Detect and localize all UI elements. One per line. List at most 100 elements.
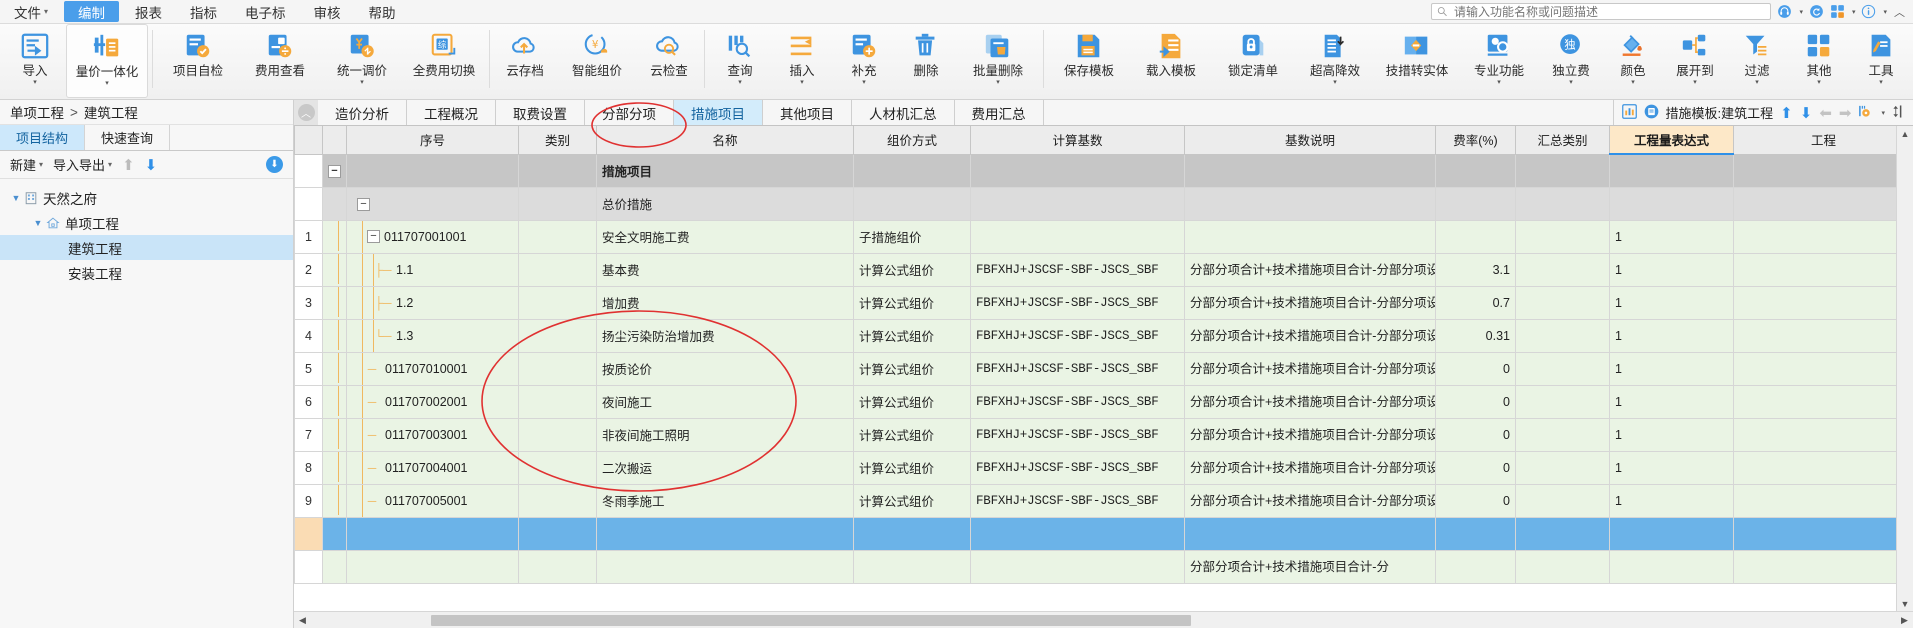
hscroll-thumb[interactable]	[431, 614, 1191, 626]
col-seq[interactable]: 序号	[346, 126, 519, 155]
tab-project-structure[interactable]: 项目结构	[0, 125, 86, 150]
collapse-expander-icon[interactable]: −	[328, 164, 341, 178]
chevron-down-icon[interactable]: ▾	[1693, 79, 1697, 86]
table-row[interactable]: − 总价措施	[294, 186, 1896, 221]
arrow-up-icon[interactable]: ⬆	[122, 156, 135, 174]
info-icon[interactable]	[1861, 4, 1876, 19]
ribbon-button-insert[interactable]: 插入 ▾	[771, 24, 833, 98]
chevron-down-icon[interactable]: ▾	[1631, 79, 1635, 86]
tab-other-items[interactable]: 其他项目	[763, 100, 852, 125]
col-name[interactable]: 名称	[596, 126, 854, 155]
tree-node-project[interactable]: ▼ 天然之府	[0, 185, 293, 210]
row-height-icon[interactable]	[1892, 104, 1905, 122]
chevron-down-icon[interactable]: ▾	[800, 79, 804, 86]
tab-fee-settings[interactable]: 取费设置	[496, 100, 585, 125]
chevron-down-icon[interactable]: ▾	[1879, 79, 1883, 86]
search-input[interactable]	[1451, 3, 1766, 20]
table-row[interactable]: 5 ─ 011707010001 按质论价 计算公式组价 FBFXHJ+JSCS…	[294, 351, 1896, 386]
chevron-down-icon[interactable]: ▾	[360, 79, 364, 86]
ribbon-button-other[interactable]: 其他 ▾	[1788, 24, 1850, 98]
apps-grid-icon[interactable]	[1830, 4, 1845, 19]
arrow-down-icon[interactable]: ⬇	[145, 156, 158, 174]
col-summary-type[interactable]: 汇总类别	[1515, 126, 1610, 155]
table-row[interactable]: 8 ─ 011707004001 二次搬运 计算公式组价 FBFXHJ+JSCS…	[294, 450, 1896, 485]
document-blue-icon[interactable]	[1644, 104, 1659, 122]
menu-item-file[interactable]: 文件 ▾	[0, 0, 62, 23]
tree-node-construction-work[interactable]: 建筑工程	[0, 235, 293, 260]
tree-node-single-project[interactable]: ▼ 单项工程	[0, 210, 293, 235]
col-calc-base[interactable]: 计算基数	[970, 126, 1185, 155]
ribbon-button-price-integration[interactable]: 量价一体化 ▾	[66, 24, 148, 98]
import-export-button[interactable]: 导入导出 ▾	[53, 155, 112, 174]
tab-fee-summary[interactable]: 费用汇总	[954, 100, 1044, 125]
table-row[interactable]: 9 ─ 011707005001 冬雨季施工 计算公式组价 FBFXHJ+JSC…	[294, 483, 1896, 518]
col-base-desc[interactable]: 基数说明	[1184, 126, 1436, 155]
table-row[interactable]: − 措施项目	[294, 153, 1896, 188]
collapse-expander-icon[interactable]: −	[357, 197, 370, 211]
ribbon-button-supplement[interactable]: 补充 ▾	[833, 24, 895, 98]
col-quantity-expression[interactable]: 工程量表达式	[1609, 126, 1734, 155]
chevron-down-icon[interactable]: ▾	[1755, 79, 1759, 86]
scroll-left-icon[interactable]: ◀	[294, 612, 311, 628]
chevron-down-icon[interactable]: ▾	[105, 80, 109, 87]
col-category[interactable]: 类别	[518, 126, 597, 155]
ribbon-button-lock-list[interactable]: 锁定清单	[1212, 24, 1294, 98]
collapse-ribbon-button[interactable]: ︿	[294, 100, 318, 125]
chevron-down-icon[interactable]: ▼	[30, 218, 46, 228]
tab-division-items[interactable]: 分部分项	[585, 100, 674, 125]
breadcrumb-current[interactable]: 建筑工程	[84, 102, 138, 122]
ribbon-button-height-efficiency[interactable]: 超高降效 ▾	[1294, 24, 1376, 98]
ribbon-button-unified-price[interactable]: 统一调价 ▾	[321, 24, 403, 98]
bar-chart-icon[interactable]	[1621, 103, 1637, 122]
tree-node-installation-work[interactable]: 安装工程	[0, 260, 293, 285]
arrow-up-icon[interactable]: ⬆	[1780, 104, 1793, 122]
chevron-down-icon[interactable]: ▾	[1852, 8, 1856, 16]
vertical-scrollbar[interactable]: ▲ ▼	[1896, 126, 1913, 611]
arrow-left-icon[interactable]: ⬅	[1819, 104, 1832, 122]
chevron-down-icon[interactable]: ▼	[8, 193, 24, 203]
menu-item-report[interactable]: 报表	[121, 0, 176, 23]
scroll-right-icon[interactable]: ▶	[1896, 612, 1913, 628]
col-quantity[interactable]: 工程	[1733, 126, 1896, 155]
ribbon-button-cloud-check[interactable]: 云检查	[638, 24, 700, 98]
chevron-up-icon[interactable]: ▲	[1901, 126, 1910, 141]
chevron-down-icon[interactable]: ▾	[1799, 8, 1803, 16]
tab-cost-analysis[interactable]: 造价分析	[318, 100, 407, 125]
chevron-down-icon[interactable]: ▾	[1881, 109, 1885, 117]
chevron-down-icon[interactable]: ▾	[33, 79, 37, 86]
table-row[interactable]: 1 − 011707001001 安全文明施工费 子措施组价 1	[294, 219, 1896, 254]
table-row[interactable]: 4 └─ 1.3 扬尘污染防治增加费 计算公式组价 FBFXHJ+JSCSF-S…	[294, 318, 1896, 353]
table-row-selected-partial[interactable]	[294, 516, 1896, 551]
chevron-down-icon[interactable]: ▾	[1497, 79, 1501, 86]
col-pricing-method[interactable]: 组价方式	[853, 126, 971, 155]
tab-quick-query[interactable]: 快速查询	[85, 125, 171, 150]
chevron-down-icon[interactable]: ▾	[862, 79, 866, 86]
chevron-up-icon[interactable]: ︿	[1894, 4, 1905, 20]
col-rate[interactable]: 费率(%)	[1435, 126, 1516, 155]
col-rownum[interactable]	[294, 126, 323, 155]
ribbon-button-independent-fee[interactable]: 独 独立费 ▾	[1540, 24, 1602, 98]
new-button[interactable]: 新建 ▾	[10, 155, 43, 174]
table-row[interactable]: 3 ├─ 1.2 增加费 计算公式组价 FBFXHJ+JSCSF-SBF-JSC…	[294, 285, 1896, 320]
chevron-down-icon[interactable]: ▾	[1817, 79, 1821, 86]
ribbon-button-filter[interactable]: 过滤 ▾	[1726, 24, 1788, 98]
ribbon-button-cloud-archive[interactable]: 云存档	[494, 24, 556, 98]
ribbon-button-save-template[interactable]: 保存模板	[1048, 24, 1130, 98]
tab-measure-items[interactable]: 措施项目	[674, 100, 763, 125]
chevron-down-icon[interactable]: ▾	[738, 79, 742, 86]
cell-tree-expander[interactable]: −	[322, 153, 347, 188]
cell-tree-expander[interactable]	[322, 186, 347, 221]
ribbon-button-expand-to[interactable]: 展开到 ▾	[1664, 24, 1726, 98]
chevron-down-icon[interactable]: ▾	[1883, 8, 1887, 16]
ribbon-button-query[interactable]: 查询 ▾	[709, 24, 771, 98]
ribbon-button-batch-delete[interactable]: 批量删除 ▾	[957, 24, 1039, 98]
horizontal-scrollbar[interactable]: ◀ ▶	[294, 611, 1913, 628]
headset-icon[interactable]	[1777, 4, 1792, 19]
collapse-expander-icon[interactable]: −	[367, 230, 380, 243]
ribbon-button-delete[interactable]: 删除	[895, 24, 957, 98]
ribbon-button-tools[interactable]: 工具 ▾	[1850, 24, 1912, 98]
download-circle-icon[interactable]: ⬇	[266, 156, 283, 173]
ribbon-button-self-check[interactable]: 项目自检	[157, 24, 239, 98]
hscroll-track[interactable]	[311, 613, 1896, 627]
table-row[interactable]: 7 ─ 011707003001 非夜间施工照明 计算公式组价 FBFXHJ+J…	[294, 417, 1896, 452]
